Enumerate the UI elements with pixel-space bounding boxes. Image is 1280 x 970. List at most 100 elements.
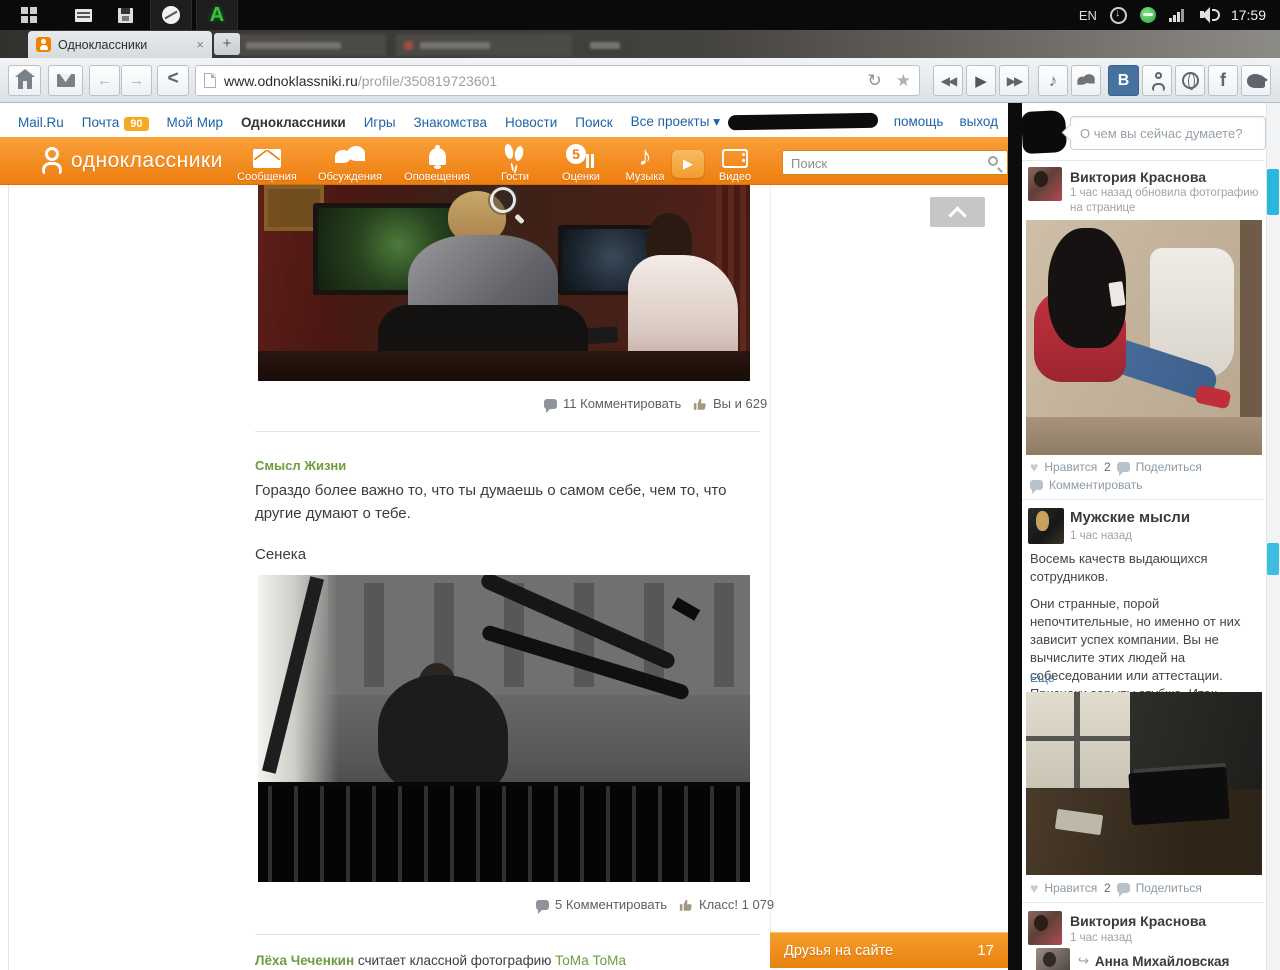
reshared-user-link[interactable]: Анна Михайловская	[1095, 954, 1229, 969]
nav-discussions[interactable]: Обсуждения	[307, 141, 393, 183]
scrollbar-thumb[interactable]	[1267, 169, 1279, 215]
site-page: Mail.Ru Почта90 Мой Мир Одноклассники Иг…	[0, 103, 1008, 970]
link-news[interactable]: Новости	[505, 115, 557, 130]
like-link[interactable]: Нравится 2	[1044, 881, 1110, 895]
target-user-link[interactable]: ТоМа ТоМа	[555, 953, 626, 968]
feed-user-name[interactable]: Мужские мысли	[1070, 509, 1190, 526]
nav-messages[interactable]: Сообщения	[224, 141, 310, 183]
url-text[interactable]: www.odnoklassniki.ru/profile/35081972360…	[224, 73, 860, 89]
page-left-border	[8, 185, 9, 970]
start-button[interactable]	[8, 0, 50, 30]
back-button[interactable]: ←	[89, 65, 120, 96]
comment-link[interactable]: Комментировать	[1049, 478, 1142, 492]
media-next-button[interactable]: ▶▶	[999, 65, 1029, 96]
address-bar[interactable]: www.odnoklassniki.ru/profile/35081972360…	[195, 65, 920, 96]
vk-button[interactable]: B	[1108, 65, 1139, 96]
feed-item-meta: 1 час назад	[1070, 931, 1132, 946]
comment-bubble-icon	[536, 900, 549, 910]
network-tray-icon[interactable]	[1140, 7, 1156, 23]
tab-close-icon[interactable]: ×	[196, 37, 204, 52]
sidebar-photo-office[interactable]	[1026, 692, 1262, 875]
avatar[interactable]	[1028, 167, 1062, 201]
window-gap	[1008, 103, 1022, 970]
avatar[interactable]	[1036, 948, 1070, 970]
link-mail[interactable]: Почта90	[82, 115, 149, 130]
logout-link[interactable]: выход	[959, 114, 998, 129]
link-dating[interactable]: Знакомства	[414, 115, 487, 130]
group-link[interactable]: Смысл Жизни	[255, 458, 346, 473]
share-button[interactable]: <	[157, 65, 189, 96]
status-input[interactable]	[1080, 123, 1258, 143]
link-mailru[interactable]: Mail.Ru	[18, 115, 64, 130]
media-play-button[interactable]: ▶	[966, 65, 996, 96]
refresh-icon[interactable]: ↻	[868, 71, 882, 91]
scroll-to-top-button[interactable]	[930, 197, 985, 227]
taskbar-app-amigo[interactable]: A	[196, 0, 238, 30]
home-button[interactable]	[8, 65, 41, 96]
signal-icon[interactable]	[1169, 8, 1187, 22]
share-bubble-icon	[1117, 883, 1130, 893]
post2-comment-link[interactable]: 5 Комментировать	[536, 897, 667, 912]
ok-button[interactable]	[1142, 65, 1172, 96]
my-world-button[interactable]	[1175, 65, 1205, 96]
link-my-world[interactable]: Мой Мир	[167, 115, 224, 130]
header-user-area: помощь выход	[728, 114, 998, 129]
sidebar-photo-selfie[interactable]	[1026, 220, 1262, 455]
avatar[interactable]	[1028, 911, 1062, 945]
share-bubble-icon	[1117, 462, 1130, 472]
friends-count: 17	[977, 942, 994, 959]
new-tab-button[interactable]: +	[214, 33, 240, 55]
tab-odnoklassniki[interactable]: Одноклассники ×	[28, 31, 212, 58]
music-button[interactable]: ♪	[1038, 65, 1068, 96]
ok-search-input[interactable]	[791, 154, 976, 172]
volume-icon[interactable]	[1200, 7, 1218, 23]
chat-button[interactable]	[1071, 65, 1101, 96]
post1-like-counter[interactable]: Вы и 629	[692, 396, 767, 411]
clock[interactable]: 17:59	[1231, 7, 1266, 23]
avatar[interactable]	[1028, 508, 1064, 544]
feed-user-name[interactable]: Виктория Краснова	[1070, 913, 1206, 929]
sidebar-scrollbar[interactable]	[1266, 103, 1280, 970]
facebook-button[interactable]: f	[1208, 65, 1238, 96]
post2-text: Гораздо более важно то, что ты думаешь о…	[255, 479, 767, 525]
like-link[interactable]: Нравится 2	[1044, 460, 1110, 474]
music-note-icon: ♪	[1049, 71, 1058, 91]
post1-comment-link[interactable]: 11 Комментировать	[544, 396, 681, 411]
link-all-projects[interactable]: Все проекты ▾	[631, 114, 720, 130]
nav-video[interactable]: Видео	[692, 141, 778, 183]
sidebar-divider	[1022, 160, 1265, 161]
scrollbar-marker	[1267, 543, 1279, 575]
share-link[interactable]: Поделиться	[1136, 881, 1202, 895]
taskbar-app-window[interactable]	[62, 0, 104, 30]
next-icon: ▶▶	[1007, 74, 1021, 88]
ok-favicon-icon	[36, 37, 51, 52]
friends-online-bar[interactable]: Друзья на сайте 17	[770, 932, 1008, 968]
forward-button[interactable]: →	[121, 65, 152, 96]
heart-icon: ♥	[1030, 882, 1038, 894]
link-games[interactable]: Игры	[364, 115, 396, 130]
ok-logo[interactable]: одноклассники	[40, 147, 223, 175]
user-link[interactable]: Лёха Чеченкин	[255, 953, 354, 968]
post2-like-counter[interactable]: Класс! 1 079	[678, 897, 774, 912]
bookmark-star-icon[interactable]: ★	[896, 71, 911, 91]
play-icon: ▶	[975, 72, 987, 90]
download-tray-icon[interactable]	[1110, 7, 1127, 24]
feed-user-name[interactable]: Виктория Краснова	[1070, 169, 1206, 185]
twitter-button[interactable]	[1241, 65, 1271, 96]
zoom-cursor-icon	[488, 185, 526, 223]
media-prev-button[interactable]: ◀◀	[933, 65, 963, 96]
language-indicator[interactable]: EN	[1079, 8, 1097, 23]
link-odnoklassniki[interactable]: Одноклассники	[241, 115, 346, 130]
taskbar-app-browser[interactable]	[150, 0, 192, 30]
redacted-username	[728, 113, 878, 131]
search-icon[interactable]	[988, 156, 998, 166]
share-link[interactable]: Поделиться	[1136, 460, 1202, 474]
link-search[interactable]: Поиск	[575, 115, 612, 130]
more-link[interactable]: Ещё	[1030, 671, 1055, 685]
taskbar-app-save[interactable]	[104, 0, 146, 30]
nav-notifications[interactable]: Оповещения	[394, 141, 480, 183]
help-link[interactable]: помощь	[894, 114, 944, 129]
post-photo-balcony[interactable]	[258, 575, 750, 882]
browser-tabbar: Одноклассники × + Амиго ▾ – ❐ ×	[0, 30, 1280, 58]
mail-button[interactable]	[48, 65, 83, 96]
